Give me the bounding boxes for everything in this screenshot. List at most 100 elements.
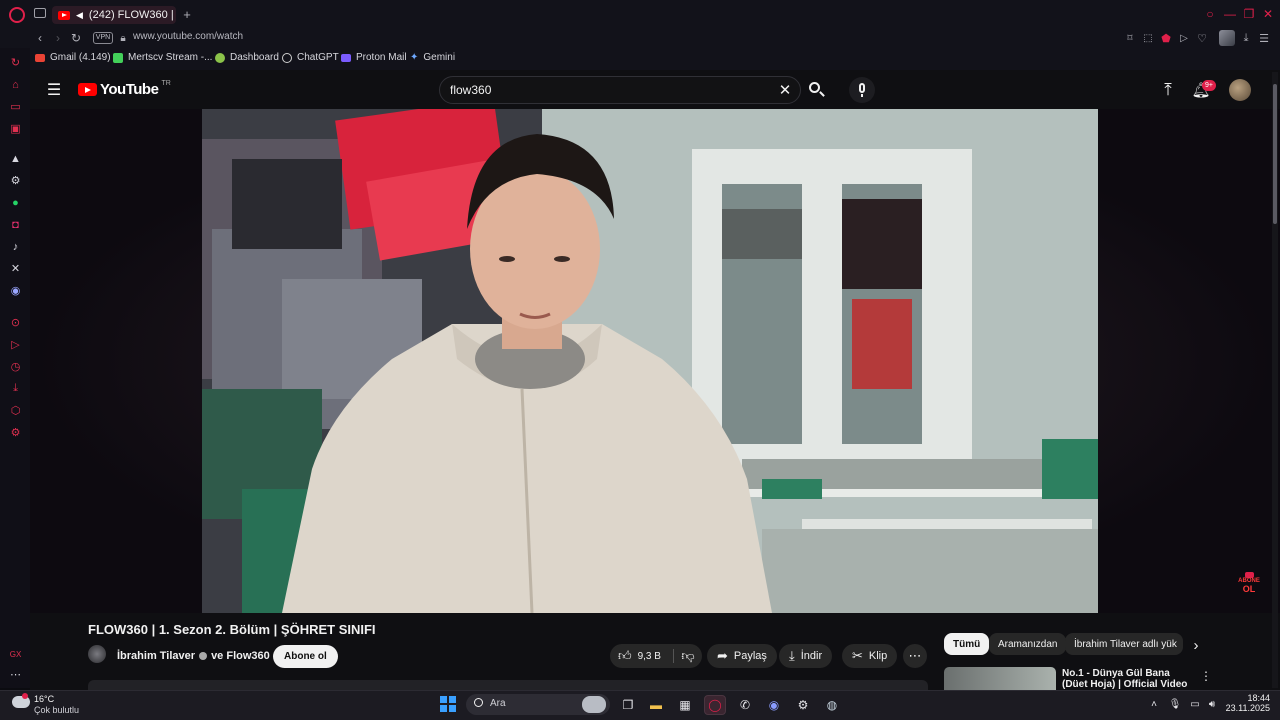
like-button[interactable]: 👍︎ 9,3 B	[610, 644, 672, 668]
vpn-badge[interactable]: VPN	[93, 32, 113, 44]
youtube-logo[interactable]: YouTube TR	[78, 80, 171, 98]
settings-icon[interactable]: ⚙	[9, 426, 22, 439]
store-icon[interactable]: ▦	[674, 695, 696, 715]
chip-all[interactable]: Tümü	[944, 633, 990, 655]
hamburger-menu-icon[interactable]: ☰	[46, 82, 62, 99]
video-player[interactable]	[202, 109, 1098, 613]
scrollbar-thumb[interactable]	[1273, 84, 1277, 224]
close-window-icon[interactable]: ✕	[1262, 7, 1274, 21]
network-icon[interactable]: ▭	[1189, 697, 1201, 711]
search-input[interactable]	[450, 82, 750, 98]
bookmark-page-icon[interactable]: ⌑	[1124, 31, 1136, 45]
speaker-icon[interactable]: ◀	[76, 10, 83, 21]
task-view-icon[interactable]: ❐	[617, 695, 639, 715]
profile-avatar[interactable]	[1219, 30, 1235, 46]
bookmark-label: Mertscv Stream -...	[128, 52, 213, 63]
bookmark-stream[interactable]: Mertscv Stream -...	[113, 52, 212, 63]
file-explorer-icon[interactable]: ▬	[645, 695, 667, 715]
snapshot-icon[interactable]: ⬚	[1142, 31, 1154, 45]
chips-next-icon[interactable]: ›	[1189, 637, 1203, 654]
flow-icon[interactable]: ▷	[9, 338, 22, 351]
volume-icon[interactable]: 🔊︎	[1206, 697, 1218, 711]
extensions-icon[interactable]: ⬡	[9, 404, 22, 417]
taskbar-search[interactable]: Ara	[466, 694, 610, 715]
tiktok-icon[interactable]: ♪	[9, 240, 22, 253]
maximize-icon[interactable]: ❐	[1243, 7, 1255, 21]
discord-taskbar-icon[interactable]: ◉	[763, 695, 785, 715]
share-button[interactable]: ➦ Paylaş	[707, 644, 777, 668]
more-actions-button[interactable]: ⋯	[903, 644, 927, 668]
weather-widget[interactable]: 16°C Çok bulutlu	[10, 692, 90, 718]
whatsapp-taskbar-icon[interactable]: ✆	[734, 695, 756, 715]
chatgpt-sidebar-icon[interactable]: ⚙	[9, 174, 22, 187]
clock[interactable]: 18:44 23.11.2025	[1224, 693, 1270, 717]
voice-search-button[interactable]	[849, 77, 875, 103]
url-text[interactable]: www.youtube.com/watch	[133, 31, 243, 42]
x-icon[interactable]: ✕	[9, 262, 22, 275]
clip-button[interactable]: ✂ Klip	[842, 644, 898, 668]
downloads-sidebar-icon[interactable]: ⤓	[9, 382, 22, 395]
search-tabs-icon[interactable]: ○	[1204, 7, 1216, 21]
dislike-button[interactable]: 👎︎	[674, 644, 702, 668]
upload-icon[interactable]: ⤒	[1160, 80, 1176, 99]
search-button[interactable]	[806, 79, 828, 101]
bookmark-dashboard[interactable]: Dashboard	[215, 52, 279, 63]
messenger-icon[interactable]: ▭	[9, 100, 22, 113]
speed-dial-icon[interactable]: ⊙	[9, 316, 22, 329]
whatsapp-icon[interactable]: ●	[9, 196, 22, 209]
instagram-icon[interactable]: ◘	[9, 218, 22, 231]
page-scrollbar[interactable]	[1272, 72, 1278, 688]
recommendation-thumbnail[interactable]	[944, 667, 1056, 690]
steam-taskbar-icon[interactable]: ◍	[821, 695, 843, 715]
download-button[interactable]: ⤓ İndir	[779, 644, 833, 668]
chip-uploads[interactable]: İbrahim Tilaver adlı yük	[1065, 633, 1183, 655]
downloads-icon[interactable]: ⤓	[1240, 31, 1252, 45]
channel-avatar[interactable]	[88, 645, 106, 663]
adblock-shield-icon[interactable]: ⬟	[1160, 31, 1172, 45]
start-button[interactable]	[440, 696, 456, 712]
tab-menu-icon[interactable]	[34, 8, 46, 18]
new-tab-button[interactable]: +	[181, 7, 193, 22]
bookmark-chatgpt[interactable]: ChatGPT	[282, 52, 339, 63]
chip-from-search[interactable]: Aramanızdan	[989, 633, 1067, 655]
discord-icon[interactable]: ◉	[9, 284, 22, 297]
hidden-icons-chevron[interactable]: ˄	[1149, 697, 1159, 711]
forward-icon[interactable]: ›	[52, 31, 64, 45]
channel-collab[interactable]: ve Flow360	[211, 650, 270, 662]
subscribe-watermark[interactable]: ABONE OL	[1236, 572, 1262, 596]
recommendation-title[interactable]: No.1 - Dünya Gül Bana (Düet Hoja) | Offi…	[1062, 668, 1198, 690]
browser-sidebar: ↻ ⌂ ▭ ▣ ▲ ⚙ ● ◘ ♪ ✕ ◉ ⊙ ▷ ◷ ⤓ ⬡ ⚙ GX ⋯	[0, 48, 30, 688]
bookmark-gmail[interactable]: Gmail (4.149)	[35, 52, 111, 63]
taskbar-search-icon	[474, 698, 483, 707]
recommendation-menu-icon[interactable]: ⋮	[1200, 669, 1212, 683]
player-icon[interactable]: ▷	[1178, 31, 1190, 45]
address-bar-row: ‹ › ↻ VPN 🔒︎ www.youtube.com/watch ⌑ ⬚ ⬟…	[0, 28, 1280, 48]
clear-search-icon[interactable]: ✕	[777, 82, 793, 99]
tab-youtube[interactable]: ◀ (242) FLOW360 | 1. Se	[52, 6, 176, 24]
opera-gx-taskbar-icon[interactable]: ◯	[704, 695, 726, 715]
crypto-wallet-icon[interactable]: ⌂	[9, 78, 22, 91]
opera-logo-icon[interactable]	[9, 7, 25, 23]
stream-icon	[113, 52, 123, 63]
back-icon[interactable]: ‹	[34, 31, 46, 45]
aria-icon[interactable]: ↻	[9, 56, 22, 69]
microphone-tray-icon[interactable]: 🎙︎	[1169, 697, 1182, 711]
tab-title: (242) FLOW360 | 1. Se	[88, 9, 176, 21]
workspace-icon[interactable]: ▣	[9, 122, 22, 135]
bookmark-gemini[interactable]: ✦ Gemini	[410, 52, 455, 63]
search-box[interactable]	[439, 76, 801, 104]
subscribe-button[interactable]: Abone ol	[273, 645, 338, 668]
easy-setup-icon[interactable]: ☰	[1258, 31, 1270, 45]
account-avatar[interactable]	[1229, 79, 1251, 101]
more-sidebar-icon[interactable]: ⋯	[9, 668, 22, 681]
chatgpt-taskbar-icon[interactable]: ⚙	[792, 695, 814, 715]
history-icon[interactable]: ◷	[9, 360, 22, 373]
channel-name[interactable]: İbrahim Tilaver	[117, 650, 195, 662]
gx-icon[interactable]: GX	[9, 648, 22, 661]
reload-icon[interactable]: ↻	[70, 31, 82, 45]
bookmark-protonmail[interactable]: Proton Mail	[341, 52, 407, 63]
aria-ai-icon[interactable]: ▲	[9, 152, 22, 165]
favorites-heart-icon[interactable]: ♡	[1196, 31, 1208, 45]
minimize-icon[interactable]: —	[1224, 7, 1236, 21]
windows-taskbar	[0, 690, 1280, 720]
